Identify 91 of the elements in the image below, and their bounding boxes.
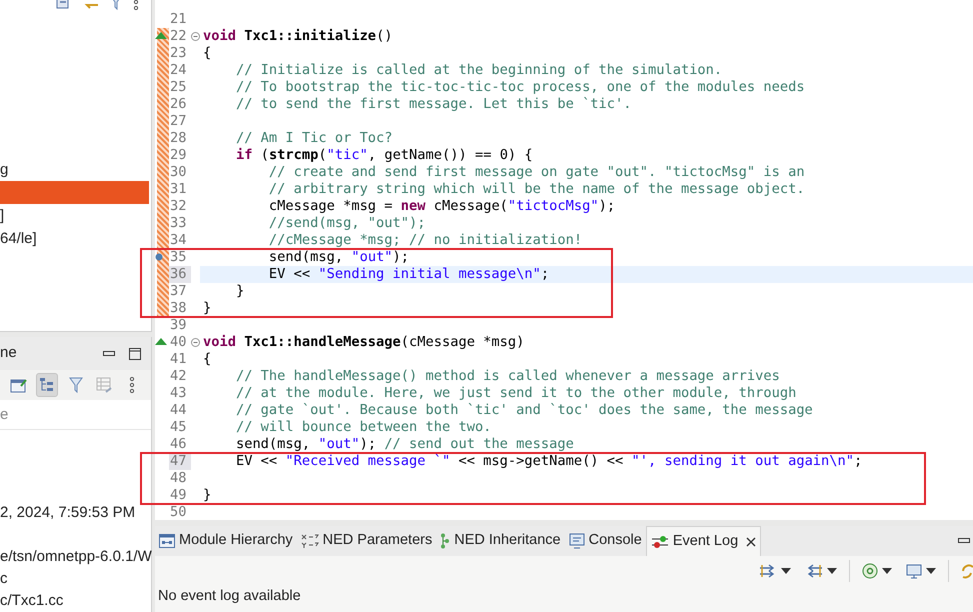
line-number: 48 [169, 470, 188, 487]
event-log-icon [650, 534, 669, 548]
pin-window-icon[interactable] [10, 377, 28, 394]
line-number: 50 [169, 504, 188, 520]
code-line: send(msg, "out"); // send out the message [234, 436, 574, 452]
line-number: 38 [169, 300, 188, 317]
property-value: c [0, 569, 8, 589]
line-number: 33 [169, 215, 188, 232]
line-number: 39 [169, 317, 188, 334]
line-number: 44 [169, 402, 188, 419]
line-number: 40 [169, 334, 191, 351]
code-line: EV << "Sending initial message\n"; [268, 266, 550, 282]
column-header: e [0, 400, 151, 430]
tree-view-icon[interactable] [40, 378, 54, 392]
tree-item[interactable]: ] [0, 204, 151, 227]
branch-icon [440, 533, 450, 549]
view-tab[interactable]: Event Log [646, 526, 762, 556]
code-line: // gate `out'. Because both `tic' and `toc' does the same, the message [234, 402, 813, 418]
line-number: 35 [169, 249, 191, 266]
code-line: // to send the first message. Let this be `tic'. [234, 96, 632, 112]
filter-icon[interactable] [68, 377, 83, 394]
line-number: 23 [169, 45, 188, 62]
line-number: 25 [169, 79, 188, 96]
line-number: 41 [169, 351, 188, 368]
view-tab[interactable]: Console [564, 526, 646, 556]
status-message: No event log available [157, 587, 302, 606]
code-line: //send(msg, "out"); [268, 215, 426, 231]
line-number: 34 [169, 232, 188, 249]
line-number: 43 [169, 385, 188, 402]
line-number: 42 [169, 368, 188, 385]
code-line: send(msg, "out"); [268, 249, 410, 265]
view-tab[interactable]: NED Inheritance [436, 526, 565, 556]
view-tab[interactable]: NED Parameters [296, 526, 436, 556]
caret-icon[interactable] [827, 568, 837, 574]
minimize-icon[interactable] [958, 538, 970, 544]
code-line: } [234, 283, 244, 299]
line-number: 21 [169, 11, 188, 28]
monitor-icon[interactable] [906, 563, 922, 579]
caret-icon[interactable] [882, 568, 892, 574]
property-value: 2, 2024, 7:59:53 PM [0, 503, 136, 523]
tree-item[interactable]: g [0, 158, 151, 181]
code-line: } [203, 487, 212, 503]
line-number: 49 [169, 487, 188, 504]
caret-icon[interactable] [781, 568, 791, 574]
minimize-icon[interactable] [103, 350, 115, 357]
property-value: e/tsn/omnetpp-6.0.1/W [0, 547, 151, 567]
code-line: // Am I Tic or Toc? [234, 130, 393, 146]
code-line: // create and send first message on gate "out". "tictocMsg" is an [268, 164, 805, 180]
tree-item[interactable]: 64/le] [0, 227, 151, 250]
code-line: void Txc1::handleMessage(cMessage *msg) [203, 334, 524, 350]
close-icon[interactable] [746, 536, 756, 546]
code-line: cMessage *msg = new cMessage("tictocMsg"); [268, 198, 616, 214]
hierarchy-icon [159, 534, 175, 548]
code-line: // To bootstrap the tic-toc-tic-toc process, one of the modules needs [234, 79, 805, 95]
code-line: // The handleMessage() method is called whenever a message arrives [234, 368, 780, 384]
code-line: } [203, 300, 212, 316]
code-line: { [203, 351, 212, 367]
line-number: 45 [169, 419, 188, 436]
code-line: //cMessage *msg; // no initialization! [268, 232, 582, 248]
line-number: 36 [169, 266, 191, 283]
line-number: 22 [169, 28, 191, 45]
code-line: void Txc1::initialize() [203, 28, 393, 44]
line-number: 27 [169, 113, 188, 130]
line-number: 24 [169, 62, 188, 79]
collapse-icon[interactable] [191, 338, 200, 347]
code-line: EV << "Received message `" << msg->getName() << "', sending it out again\n"; [234, 453, 862, 469]
line-number: 47 [169, 453, 191, 470]
code-line: if (strcmp("tic", getName()) == 0) { [234, 147, 533, 163]
code-line: // will bounce between the two. [234, 419, 492, 435]
line-number: 29 [169, 147, 188, 164]
line-number: 37 [169, 283, 188, 300]
collapse-icon[interactable] [191, 32, 200, 41]
line-number: 28 [169, 130, 188, 147]
line-number: 26 [169, 96, 188, 113]
kebab-menu-icon[interactable] [128, 377, 135, 394]
line-number: 30 [169, 164, 188, 181]
parameters-icon [300, 534, 319, 548]
code-line: // Initialize is called at the beginning of the simulation. [234, 62, 722, 78]
code-line: { [203, 45, 212, 61]
line-number: 46 [169, 436, 188, 453]
view-tab[interactable]: Module Hierarchy [155, 526, 297, 556]
arrows-right-icon[interactable] [759, 563, 777, 579]
maximize-icon[interactable] [129, 348, 141, 360]
property-value: c/Txc1.cc [0, 591, 64, 611]
code-line: // arbitrary string which will be the name of the message object. [268, 181, 805, 197]
line-number: 31 [169, 181, 188, 198]
code-line: // at the module. Here, we just send it to the other module, through [234, 385, 796, 401]
monitor-icon [568, 533, 585, 549]
line-number: 32 [169, 198, 188, 215]
caret-icon[interactable] [926, 568, 936, 574]
arrows-left-icon[interactable] [805, 563, 823, 579]
